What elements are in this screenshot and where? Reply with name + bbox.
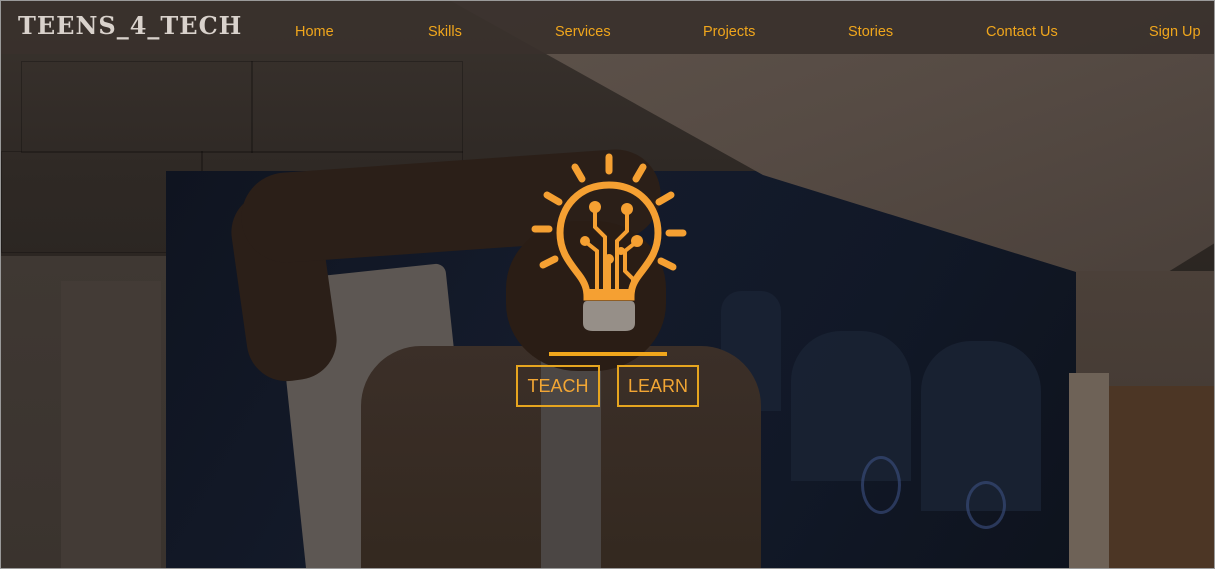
site-logo[interactable]: TEENS_4_TECH xyxy=(18,11,242,40)
nav-link-home[interactable]: Home xyxy=(295,24,334,40)
nav-link-stories[interactable]: Stories xyxy=(848,24,893,40)
nav-link-sign-up[interactable]: Sign Up xyxy=(1149,24,1201,40)
teach-button[interactable]: TEACH xyxy=(516,365,600,407)
nav-link-services[interactable]: Services xyxy=(555,24,611,40)
hero-section: TEACH LEARN xyxy=(1,1,1214,568)
top-navbar: TEENS_4_TECH Home Skills Services Projec… xyxy=(1,1,1214,54)
learn-button[interactable]: LEARN xyxy=(617,365,699,407)
nav-link-projects[interactable]: Projects xyxy=(703,24,755,40)
landing-page: TEENS_4_TECH Home Skills Services Projec… xyxy=(0,0,1215,569)
nav-link-contact-us[interactable]: Contact Us xyxy=(986,24,1058,40)
nav-link-skills[interactable]: Skills xyxy=(428,24,462,40)
lightbulb-circuit-icon xyxy=(531,153,687,331)
hero-divider xyxy=(549,352,667,356)
